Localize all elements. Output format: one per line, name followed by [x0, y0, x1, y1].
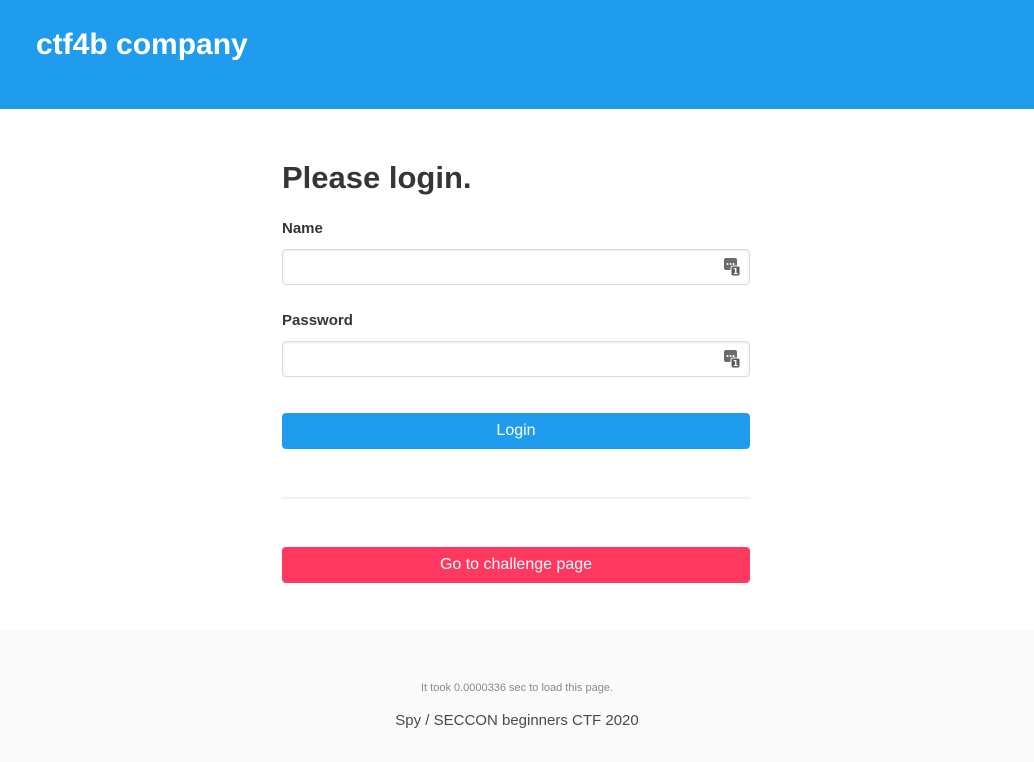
password-manager-icon[interactable]: 1	[724, 350, 740, 368]
page-title: Please login.	[282, 160, 472, 195]
site-footer: It took 0.0000336 sec to load this page.…	[0, 631, 1034, 762]
name-input[interactable]	[282, 249, 750, 285]
svg-text:1: 1	[733, 267, 739, 276]
site-header: ctf4b company	[0, 0, 1034, 109]
svg-text:1: 1	[733, 359, 739, 368]
name-field-wrapper: 1	[282, 249, 750, 285]
challenge-page-button[interactable]: Go to challenge page	[282, 547, 750, 583]
password-field-wrapper: 1	[282, 341, 750, 377]
login-button[interactable]: Login	[282, 413, 750, 449]
password-label: Password	[282, 312, 353, 329]
name-label: Name	[282, 220, 323, 237]
credit-text: Spy / SECCON beginners CTF 2020	[395, 712, 639, 729]
load-time-text: It took 0.0000336 sec to load this page.	[420, 682, 614, 694]
password-input[interactable]	[282, 341, 750, 377]
divider	[282, 497, 750, 499]
brand-title[interactable]: ctf4b company	[36, 27, 248, 63]
password-manager-icon[interactable]: 1	[724, 258, 740, 276]
